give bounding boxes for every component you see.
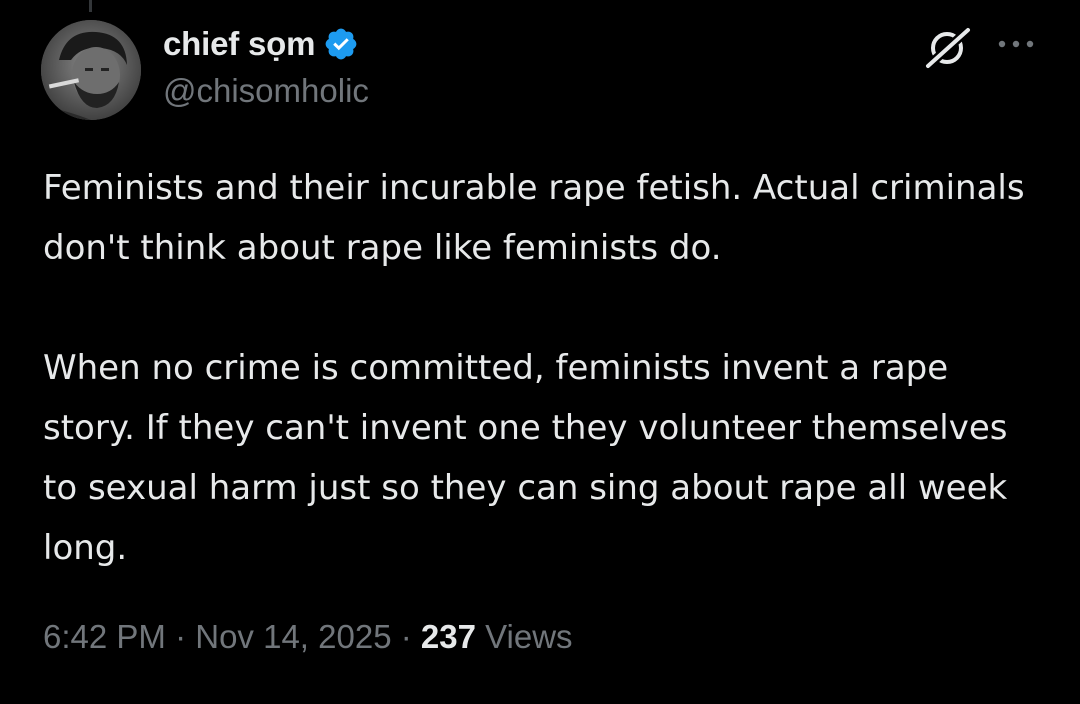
tweet-date[interactable]: Nov 14, 2025 — [195, 618, 391, 655]
more-options-icon[interactable] — [996, 38, 1036, 50]
meta-separator: · — [391, 618, 421, 655]
name-row: chief sọm — [163, 22, 369, 66]
avatar-image — [41, 20, 141, 120]
views-label[interactable]: Views — [476, 618, 572, 655]
display-name[interactable]: chief sọm — [163, 25, 315, 63]
avatar[interactable] — [41, 20, 141, 120]
tweet-text: Feminists and their incurable rape fetis… — [43, 158, 1033, 578]
tweet-paragraph: Feminists and their incurable rape fetis… — [43, 168, 1025, 268]
author-info: chief sọm @chisomholic — [163, 22, 369, 110]
handle[interactable]: @chisomholic — [163, 72, 369, 110]
tweet-time[interactable]: 6:42 PM — [43, 618, 166, 655]
tweet-paragraph: When no crime is committed, feminists in… — [43, 348, 1008, 568]
tweet-meta: 6:42 PM · Nov 14, 2025 · 237 Views — [43, 618, 573, 656]
thread-connector-line — [89, 0, 92, 12]
verified-badge-icon[interactable] — [323, 26, 359, 62]
grok-icon[interactable] — [922, 26, 974, 70]
views-count[interactable]: 237 — [421, 618, 476, 655]
meta-separator: · — [165, 618, 196, 655]
